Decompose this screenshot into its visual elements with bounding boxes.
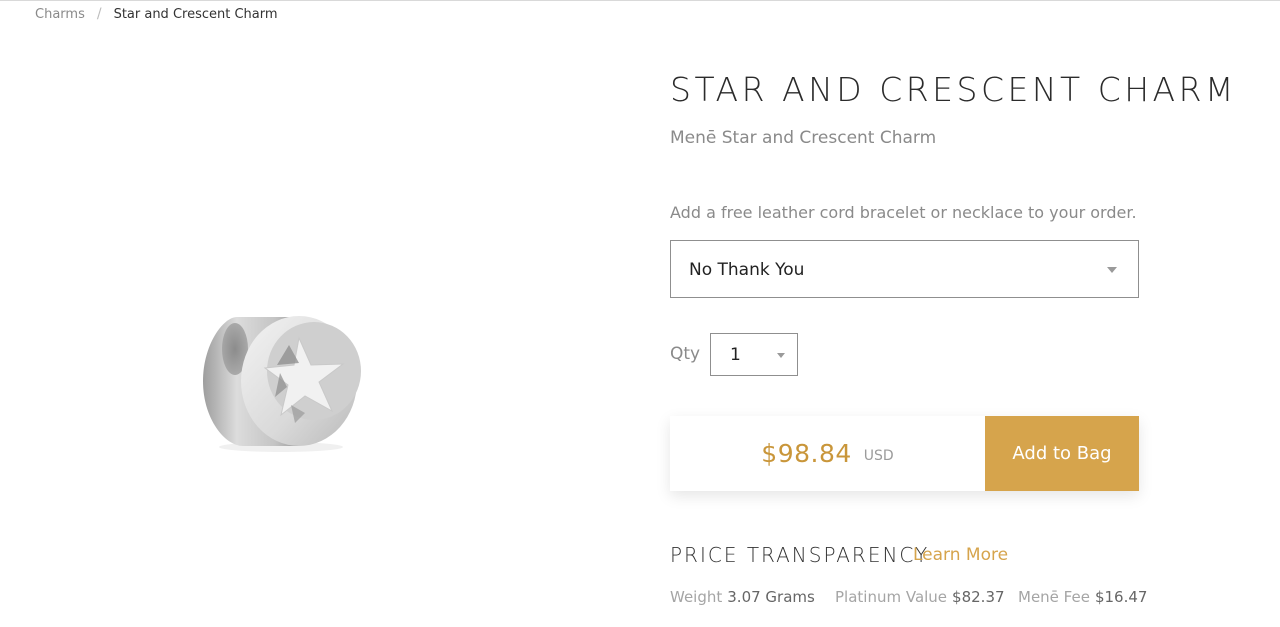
chevron-down-icon [1107,267,1117,273]
top-divider [0,0,1280,1]
product-image[interactable] [195,305,370,460]
price-area: $98.84 USD [670,416,985,491]
product-subtitle: Menē Star and Crescent Charm [670,128,937,148]
product-title: STAR AND CRESCENT CHARM [670,70,1238,109]
fee-label: Menē Fee [1018,588,1090,606]
weight-value: 3.07 Grams [727,588,815,606]
cord-option-select[interactable]: No Thank You [670,240,1139,298]
breadcrumb-current: Star and Crescent Charm [113,6,278,22]
quantity-label: Qty [670,344,701,364]
fee-stat: Menē Fee $16.47 [1018,588,1147,606]
price: $98.84 [761,439,852,468]
purchase-box: $98.84 USD Add to Bag [670,416,1139,491]
learn-more-link[interactable]: Learn More [913,545,1008,565]
weight-stat: Weight 3.07 Grams [670,588,815,606]
breadcrumb-link-charms[interactable]: Charms [35,7,85,22]
weight-label: Weight [670,588,723,606]
platinum-value-label: Platinum Value [835,588,948,606]
fee-value: $16.47 [1094,588,1148,606]
platinum-value-stat: Platinum Value $82.37 [835,588,1005,606]
price-transparency-heading: PRICE TRANSPARENCY [670,543,930,567]
chevron-down-icon [777,353,785,358]
add-to-bag-button[interactable]: Add to Bag [985,416,1139,491]
quantity-selected-value: 1 [730,345,741,365]
platinum-value: $82.37 [952,588,1005,606]
breadcrumb-separator: / [96,6,102,22]
star-and-crescent-charm-image [203,316,361,452]
currency: USD [863,447,894,464]
breadcrumb: Charms / Star and Crescent Charm [35,6,278,22]
quantity-select[interactable]: 1 [710,333,798,376]
cord-option-selected-value: No Thank You [689,260,805,280]
cord-option-label: Add a free leather cord bracelet or neck… [670,203,1137,222]
